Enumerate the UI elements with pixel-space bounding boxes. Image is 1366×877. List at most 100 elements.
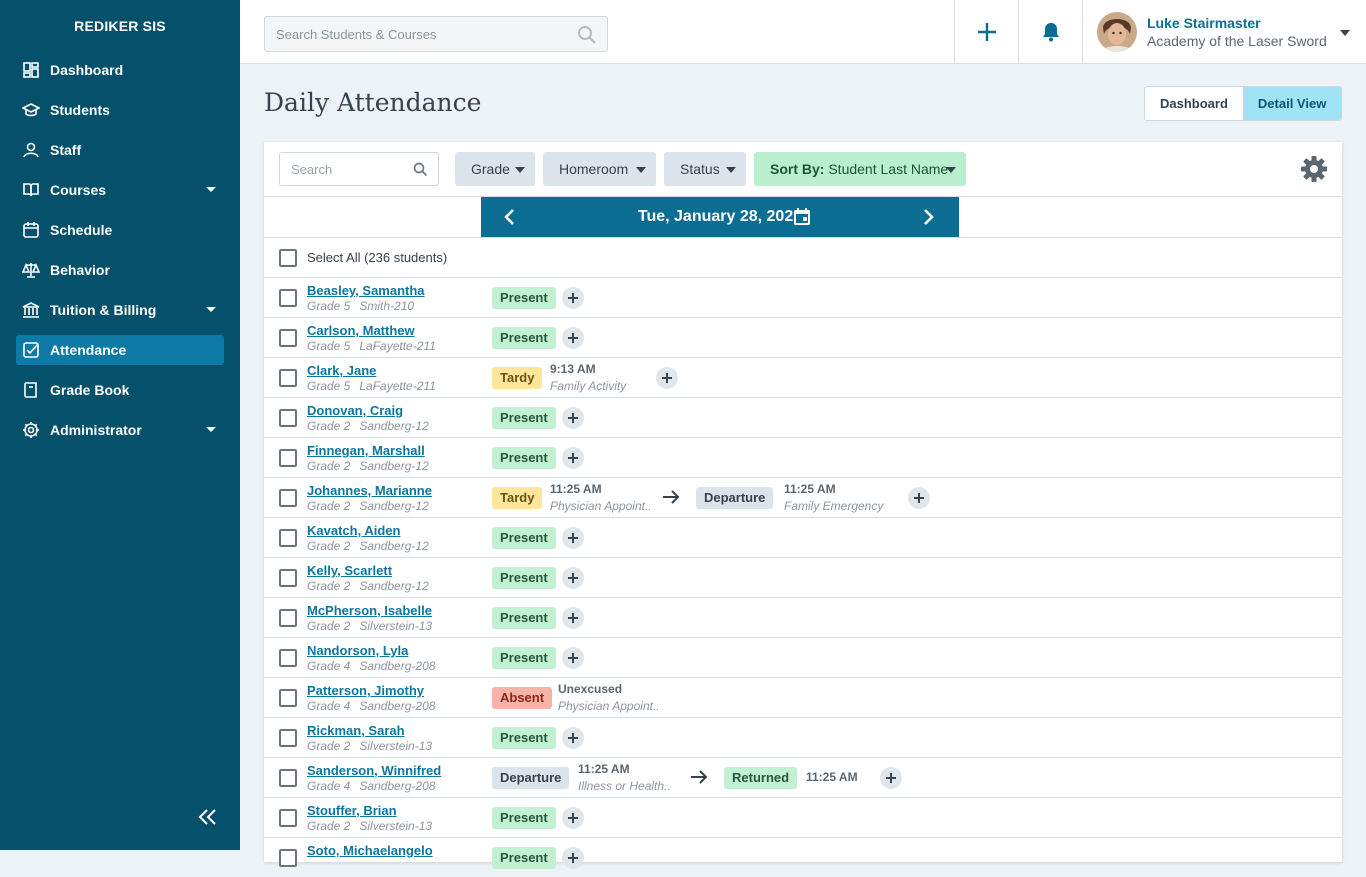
status-badge[interactable]: Present: [492, 567, 556, 589]
nav-item-staff[interactable]: Staff: [16, 135, 224, 165]
status-badge[interactable]: Tardy: [492, 487, 543, 509]
status-badge[interactable]: Present: [492, 527, 556, 549]
status-badge[interactable]: Present: [492, 327, 556, 349]
notifications-button[interactable]: [1018, 0, 1082, 63]
nav-item-grade-book[interactable]: Grade Book: [16, 375, 224, 405]
add-button[interactable]: [954, 0, 1018, 63]
student-name-link[interactable]: Donovan, Craig: [307, 403, 403, 418]
add-status-button[interactable]: [562, 727, 584, 749]
student-name-link[interactable]: Sanderson, Winnifred: [307, 763, 441, 778]
status-badge[interactable]: Departure: [492, 767, 570, 789]
add-status-button[interactable]: [562, 607, 584, 629]
chevron-down-icon: [726, 167, 736, 173]
status-badge[interactable]: Present: [492, 607, 556, 629]
student-name-link[interactable]: Kavatch, Aiden: [307, 523, 400, 538]
nav-item-tuition-billing[interactable]: Tuition & Billing: [16, 295, 224, 325]
student-name-link[interactable]: McPherson, Isabelle: [307, 603, 432, 618]
student-checkbox[interactable]: [279, 769, 297, 787]
add-status-button[interactable]: [880, 767, 902, 789]
student-checkbox[interactable]: [279, 369, 297, 387]
student-checkbox[interactable]: [279, 649, 297, 667]
status-badge[interactable]: Present: [492, 447, 556, 469]
student-homeroom: Sandberg-12: [359, 419, 429, 433]
status-badge[interactable]: Absent: [492, 687, 553, 709]
student-checkbox[interactable]: [279, 729, 297, 747]
search-icon[interactable]: [577, 25, 597, 45]
staff-icon: [23, 142, 39, 158]
brand-logo[interactable]: REDIKER SIS: [0, 18, 240, 34]
status-badge[interactable]: Present: [492, 807, 556, 829]
student-checkbox[interactable]: [279, 289, 297, 307]
add-status-button[interactable]: [562, 527, 584, 549]
next-day-button[interactable]: [909, 197, 949, 237]
student-homeroom: Sandberg-208: [359, 659, 436, 673]
student-checkbox[interactable]: [279, 529, 297, 547]
status-badge[interactable]: Present: [492, 287, 556, 309]
student-checkbox[interactable]: [279, 329, 297, 347]
student-checkbox[interactable]: [279, 609, 297, 627]
student-name-link[interactable]: Beasley, Samantha: [307, 283, 425, 298]
add-status-button[interactable]: [562, 327, 584, 349]
add-status-button[interactable]: [562, 407, 584, 429]
status-badge[interactable]: Departure: [696, 487, 774, 509]
student-name-link[interactable]: Soto, Michaelangelo: [307, 843, 433, 858]
add-status-button[interactable]: [562, 287, 584, 309]
add-status-button[interactable]: [656, 367, 678, 389]
status-badge[interactable]: Present: [492, 407, 556, 429]
add-status-button[interactable]: [562, 447, 584, 469]
global-search-input[interactable]: [265, 17, 565, 51]
nav-item-attendance[interactable]: Attendance: [16, 335, 224, 365]
student-checkbox[interactable]: [279, 569, 297, 587]
student-checkbox[interactable]: [279, 449, 297, 467]
student-name-link[interactable]: Rickman, Sarah: [307, 723, 405, 738]
bell-icon: [1042, 22, 1059, 41]
nav-item-dashboard[interactable]: Dashboard: [16, 55, 224, 85]
status-time: 11:25 AM: [784, 482, 836, 496]
status-filter[interactable]: Status: [664, 152, 746, 186]
homeroom-filter[interactable]: Homeroom: [543, 152, 656, 186]
student-grade: Grade 2: [307, 819, 351, 833]
status-badge[interactable]: Returned: [724, 767, 798, 789]
add-status-button[interactable]: [908, 487, 930, 509]
status-badge[interactable]: Present: [492, 847, 556, 869]
calendar-icon[interactable]: [793, 208, 811, 226]
student-checkbox[interactable]: [279, 809, 297, 827]
student-checkbox[interactable]: [279, 689, 297, 707]
student-checkbox[interactable]: [279, 489, 297, 507]
student-name-link[interactable]: Kelly, Scarlett: [307, 563, 392, 578]
nav-item-students[interactable]: Students: [16, 95, 224, 125]
nav-item-courses[interactable]: Courses: [16, 175, 224, 205]
add-status-button[interactable]: [562, 567, 584, 589]
student-name-link[interactable]: Stouffer, Brian: [307, 803, 397, 818]
student-search-input[interactable]: [280, 153, 400, 185]
add-status-button[interactable]: [562, 647, 584, 669]
select-all-checkbox[interactable]: [279, 249, 297, 267]
nav-item-behavior[interactable]: Behavior: [16, 255, 224, 285]
nav-item-administrator[interactable]: Administrator: [16, 415, 224, 445]
add-status-button[interactable]: [562, 807, 584, 829]
view-dashboard-button[interactable]: Dashboard: [1145, 87, 1243, 120]
status-reason: Physician Appoint..: [550, 499, 652, 513]
student-name-link[interactable]: Patterson, Jimothy: [307, 683, 424, 698]
nav-item-schedule[interactable]: Schedule: [16, 215, 224, 245]
gear-icon[interactable]: [1300, 155, 1328, 183]
sort-by-dropdown[interactable]: Sort By: Student Last Name: [754, 152, 966, 186]
user-profile-menu[interactable]: Luke Stairmaster Academy of the Laser Sw…: [1082, 0, 1366, 63]
student-checkbox[interactable]: [279, 409, 297, 427]
chevron-down-icon: [206, 307, 216, 312]
student-name-link[interactable]: Clark, Jane: [307, 363, 376, 378]
status-badge[interactable]: Tardy: [492, 367, 543, 389]
status-badge[interactable]: Present: [492, 647, 556, 669]
search-icon[interactable]: [413, 162, 428, 177]
collapse-sidebar-icon[interactable]: [196, 806, 220, 828]
add-status-button[interactable]: [562, 847, 584, 869]
grade-filter[interactable]: Grade: [455, 152, 535, 186]
student-name-link[interactable]: Finnegan, Marshall: [307, 443, 425, 458]
student-grade: Grade 2: [307, 579, 351, 593]
student-name-link[interactable]: Carlson, Matthew: [307, 323, 415, 338]
view-detail-button[interactable]: Detail View: [1242, 87, 1342, 120]
student-name-link[interactable]: Nandorson, Lyla: [307, 643, 408, 658]
status-badge[interactable]: Present: [492, 727, 556, 749]
student-checkbox[interactable]: [279, 849, 297, 867]
student-name-link[interactable]: Johannes, Marianne: [307, 483, 432, 498]
